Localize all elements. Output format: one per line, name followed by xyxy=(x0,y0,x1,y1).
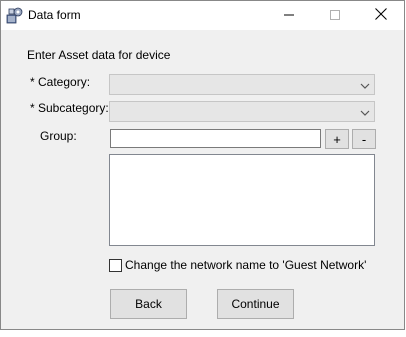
group-input[interactable] xyxy=(110,129,321,148)
app-gears-icon xyxy=(6,6,24,24)
back-button[interactable]: Back xyxy=(110,289,187,319)
maximize-icon xyxy=(330,9,340,23)
category-label: * Category: xyxy=(30,75,91,89)
chevron-down-icon xyxy=(360,107,370,117)
continue-button[interactable]: Continue xyxy=(217,289,294,319)
close-button[interactable] xyxy=(358,1,404,30)
group-list[interactable] xyxy=(109,154,375,246)
chevron-down-icon xyxy=(360,80,370,90)
background-window-fragment xyxy=(0,330,406,337)
guest-network-checkbox[interactable] xyxy=(109,259,122,272)
maximize-button[interactable] xyxy=(312,1,358,30)
minimize-button[interactable] xyxy=(266,1,312,30)
close-icon xyxy=(375,8,387,23)
subcategory-dropdown[interactable] xyxy=(109,101,375,122)
title-bar[interactable]: Data form xyxy=(1,1,404,30)
add-group-button[interactable]: + xyxy=(325,129,349,149)
category-dropdown[interactable] xyxy=(109,74,375,95)
window-title: Data form xyxy=(28,8,81,22)
form-content: Enter Asset data for device * Category: … xyxy=(1,30,404,330)
form-heading: Enter Asset data for device xyxy=(27,48,171,62)
guest-network-checkbox-label[interactable]: Change the network name to 'Guest Networ… xyxy=(125,258,366,272)
minimize-icon xyxy=(284,9,294,23)
remove-group-button[interactable]: - xyxy=(352,129,376,149)
subcategory-label: * Subcategory: xyxy=(30,101,109,115)
group-label: Group: xyxy=(40,129,77,143)
data-form-window: Data form Enter Asset data for device * … xyxy=(0,0,405,330)
